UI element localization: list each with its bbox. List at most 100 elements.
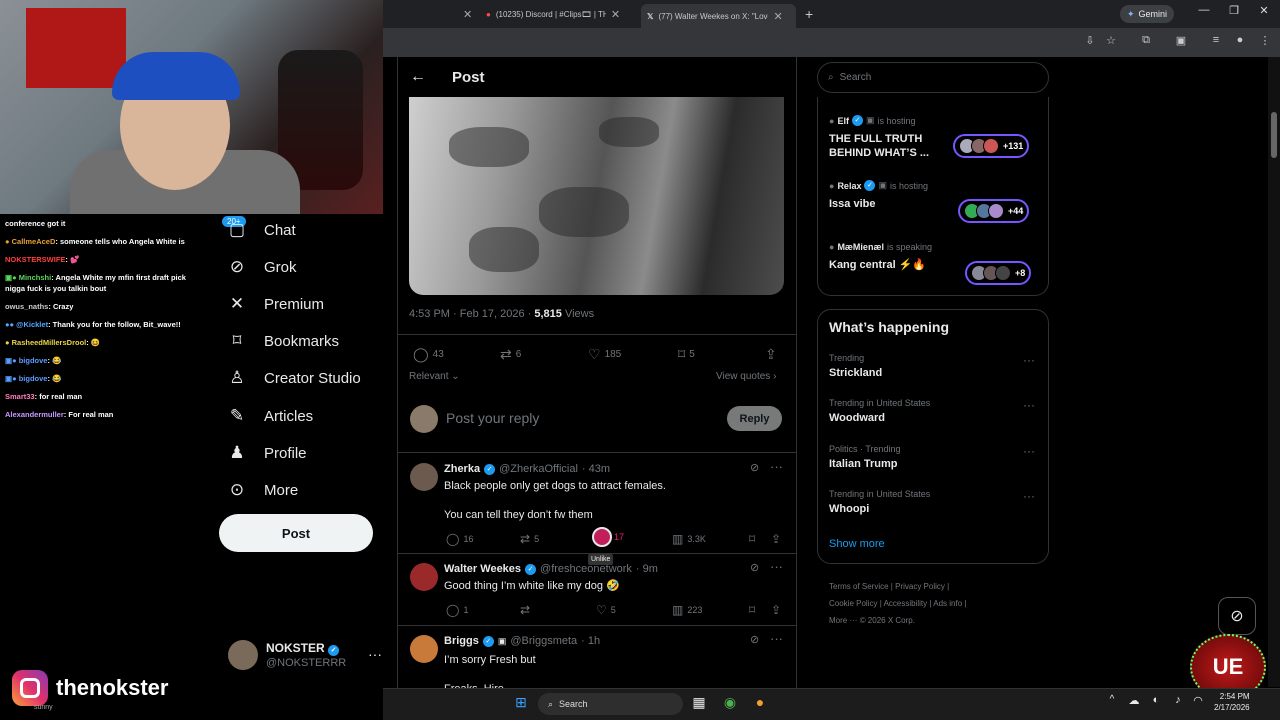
close-icon[interactable]: ✕ [773, 10, 782, 23]
windows-start-icon[interactable]: ⊞ [511, 694, 531, 711]
back-arrow-icon[interactable]: ← [410, 68, 430, 86]
trend-item[interactable]: Trending in United States Whoopi ··· [829, 489, 1039, 515]
bookmark-action[interactable]: ⌑ [749, 603, 755, 617]
like-action[interactable]: ♡ 5 [596, 603, 616, 617]
views-action[interactable]: ▥ 3.3K [672, 532, 706, 546]
tray-icon[interactable]: ◐ [1146, 694, 1166, 706]
grok-icon[interactable]: ⊘ [750, 633, 759, 646]
reply-action[interactable]: ◯ 43 [413, 346, 444, 363]
reply-text: Good thing I’m white like my dog 🤣 [444, 580, 620, 592]
trend-item[interactable]: Trending in United States Woodward ··· [829, 398, 1039, 424]
grok-icon[interactable]: ⊘ [750, 461, 759, 474]
account-switcher[interactable]: NOKSTER ✓ @NOKSTERRR ··· [228, 640, 388, 674]
browser-tab-x[interactable]: 𝕏 (77) Walter Weekes on X: "Love ✕ [641, 4, 796, 28]
search-input[interactable]: ⌕ Search [817, 62, 1049, 93]
new-tab-icon[interactable]: + [805, 4, 813, 24]
repost-action[interactable]: ⇄ [520, 603, 534, 617]
grok-fab-icon[interactable]: ⊘ [1218, 597, 1256, 635]
footer-link[interactable]: Cookie Policy [829, 599, 877, 608]
space-listeners[interactable]: +8 [965, 261, 1032, 285]
browser-menu-icon[interactable]: ⋮ [1257, 34, 1273, 47]
app-icon[interactable]: ● [750, 694, 770, 710]
taskbar-search[interactable]: ⌕ Search [538, 693, 683, 715]
more-dots-icon[interactable]: ··· [1023, 398, 1035, 412]
space-item[interactable]: ● Relax ✓ ▣ is hosting Issa vibe [829, 180, 944, 211]
sidepanel-icon[interactable]: ▣ [1173, 34, 1189, 47]
more-dots-icon[interactable]: ··· [770, 631, 783, 646]
verified-badge-icon: ✓ [525, 563, 537, 575]
repost-action[interactable]: ⇄ 6 [500, 346, 521, 363]
nav-item-creator-studio[interactable]: ♙ Creator Studio [226, 368, 360, 388]
share-action[interactable]: ⇪ [771, 532, 781, 546]
reply-input[interactable]: Post your reply [446, 410, 539, 426]
show-more-link[interactable]: Show more [829, 538, 885, 550]
footer-link[interactable]: Ads info [933, 599, 962, 608]
share-action[interactable]: ⇪ [765, 346, 777, 363]
microphone-icon[interactable]: ♪ [1168, 694, 1188, 706]
minimize-icon[interactable]: — [1194, 4, 1214, 16]
extensions-icon[interactable]: ⧉ [1138, 34, 1154, 47]
share-action[interactable]: ⇪ [771, 603, 781, 617]
reading-list-icon[interactable]: ≡ [1208, 34, 1224, 46]
more-dots-icon[interactable]: ··· [1023, 444, 1035, 458]
repost-action[interactable]: ⇄ 5 [520, 532, 539, 546]
bookmark-action[interactable]: ⌑ 5 [678, 346, 695, 363]
view-quotes-link[interactable]: View quotes › [716, 371, 776, 382]
footer-link[interactable]: Privacy Policy [895, 582, 945, 591]
post-button[interactable]: Post [219, 514, 373, 552]
like-action[interactable]: ♡ 185 [588, 346, 621, 363]
more-dots-icon[interactable]: ··· [368, 646, 382, 662]
nav-item-grok[interactable]: ⊘ Grok [226, 257, 297, 277]
like-action[interactable]: 17 [614, 532, 624, 542]
scrollbar-thumb[interactable] [1271, 112, 1277, 158]
bookmark-action[interactable]: ⌑ [749, 532, 755, 546]
whats-happening-panel: What’s happening [817, 309, 1049, 564]
nav-item-chat[interactable]: ▢ Chat [226, 220, 296, 240]
space-item[interactable]: ● Elf ✓ ▣ is hosting THE FULL TRUTH BEHIND W… [829, 115, 944, 160]
bookmark-star-icon[interactable]: ☆ [1103, 34, 1119, 47]
profile-avatar-icon[interactable]: ● [1232, 34, 1248, 46]
reply-button[interactable]: Reply [727, 406, 782, 431]
clock[interactable]: 2:54 PM 2/17/2026 [1214, 691, 1250, 713]
avatar: ● [829, 180, 835, 191]
footer-link[interactable]: Terms of Service [829, 582, 889, 591]
wifi-icon[interactable]: ◠ [1188, 694, 1208, 707]
tray-overflow-icon[interactable]: ^ [1102, 694, 1122, 705]
liked-heart-icon[interactable] [592, 527, 612, 547]
space-item[interactable]: ● MæMienæl is speaking Kang central ⚡🔥 [829, 242, 944, 272]
trend-item[interactable]: Politics · Trending Italian Trump ··· [829, 444, 1039, 470]
views-action[interactable]: ▥ 223 [672, 603, 702, 617]
install-app-icon[interactable]: ⇩ [1082, 34, 1098, 47]
more-dots-icon[interactable]: ··· [770, 559, 783, 574]
more-dots-icon[interactable]: ··· [770, 459, 783, 474]
gemini-button[interactable]: ✦ Gemini [1120, 5, 1175, 23]
nav-item-profile[interactable]: ♟ Profile [226, 443, 306, 463]
more-dots-icon[interactable]: ··· [1023, 353, 1035, 367]
address-bar[interactable]: ⇩ ☆ ⧉ ▣ ≡ ● ⋮ [383, 28, 1280, 57]
task-view-icon[interactable]: ▦ [689, 694, 709, 711]
nav-item-more[interactable]: ⊙ More [226, 480, 298, 500]
space-listeners[interactable]: +44 [958, 199, 1030, 223]
nav-item-bookmarks[interactable]: ⌑ Bookmarks [226, 331, 339, 351]
author-name: Briggs [444, 635, 479, 647]
space-listeners[interactable]: +131 [953, 134, 1030, 158]
trend-item[interactable]: Trending Strickland ··· [829, 353, 1039, 379]
window-close-icon[interactable]: ✕ [1254, 4, 1274, 17]
tab-close-icon[interactable]: ✕ [463, 4, 472, 24]
post-media[interactable] [409, 97, 784, 295]
chrome-icon[interactable]: ◉ [720, 694, 740, 711]
close-icon[interactable]: ✕ [611, 8, 620, 21]
nav-item-articles[interactable]: ✎ Articles [226, 406, 313, 426]
nav-item-premium[interactable]: ✕ Premium [226, 294, 324, 314]
restore-icon[interactable]: ❐ [1224, 4, 1244, 17]
footer-link[interactable]: Accessibility [884, 599, 928, 608]
more-dots-icon[interactable]: ··· [1023, 489, 1035, 503]
browser-tab-discord[interactable]: ● (10235) Discord | #Clips🎞 | TH ✕ [486, 4, 636, 24]
reply-action[interactable]: ◯ 16 [446, 532, 473, 546]
tray-icon[interactable]: ☁ [1124, 694, 1144, 707]
reply-action[interactable]: ◯ 1 [446, 603, 468, 617]
account-name: NOKSTER [266, 641, 325, 655]
grok-icon[interactable]: ⊘ [750, 561, 759, 574]
footer-link[interactable]: More ··· [829, 616, 857, 625]
sort-dropdown[interactable]: Relevant ⌄ [409, 371, 460, 382]
